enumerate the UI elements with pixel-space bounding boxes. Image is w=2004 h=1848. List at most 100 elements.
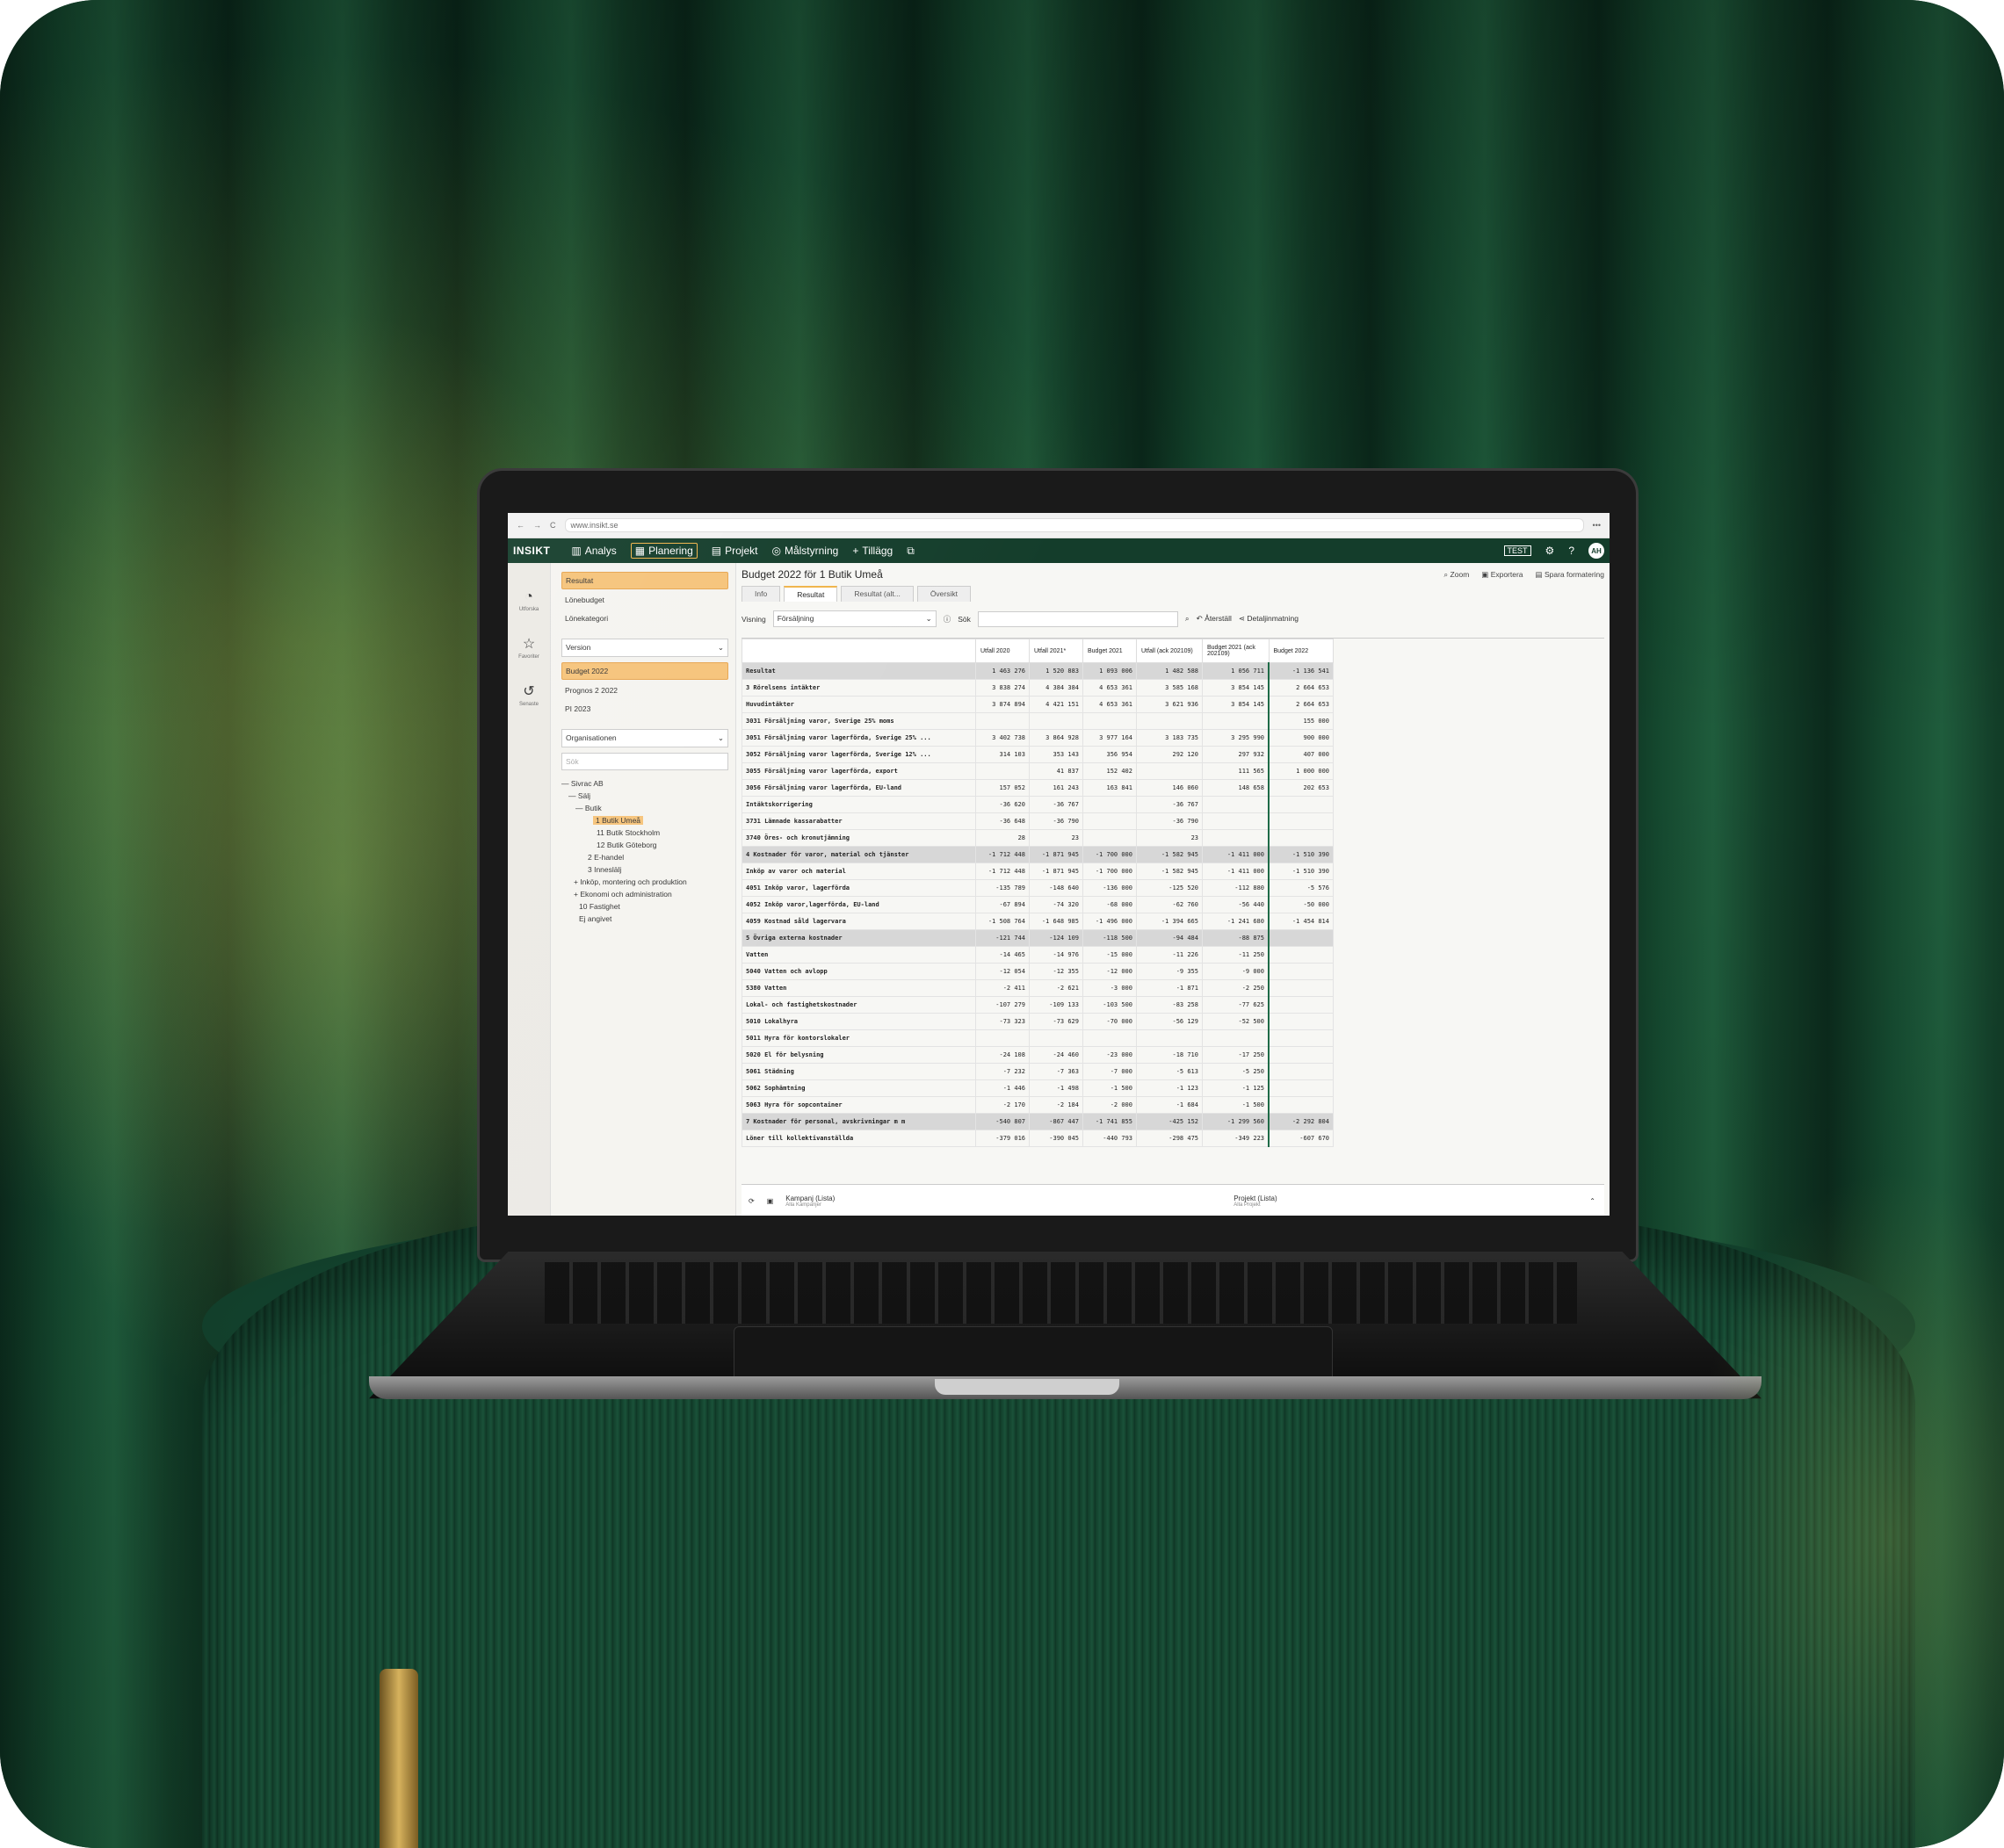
table-cell[interactable]: -1 136 541 [1268, 662, 1334, 680]
table-row[interactable]: 4 Kostnader för varor, material och tjän… [742, 846, 1334, 863]
table-cell[interactable]: 155 000 [1268, 712, 1334, 730]
table-cell[interactable]: 2 664 653 [1268, 679, 1334, 697]
table-cell[interactable] [1268, 929, 1334, 947]
table-cell[interactable]: 1 000 000 [1268, 762, 1334, 780]
version-budget-2022[interactable]: Budget 2022 [561, 662, 728, 680]
tree-node[interactable]: 10 Fastighet [561, 900, 728, 913]
table-cell[interactable]: -1 510 390 [1268, 863, 1334, 880]
table-cell[interactable]: 202 653 [1268, 779, 1334, 797]
table-row[interactable]: 5010 Lokalhyra -73 323 -73 629 -70 000 -56 1… [742, 1013, 1334, 1030]
col-header[interactable]: Utfall (ack 202109) [1136, 639, 1203, 663]
tree-node[interactable]: 12 Butik Göteborg [561, 839, 728, 851]
table-row[interactable]: 5061 Städning -7 232 -7 363 -7 000 -5 613 -5 … [742, 1063, 1334, 1080]
table-cell[interactable]: -50 000 [1268, 896, 1334, 913]
chevron-up-icon[interactable]: ⌃ [1589, 1197, 1595, 1205]
tree-node[interactable]: 3 Inneslälj [561, 863, 728, 876]
table-row[interactable]: Inköp av varor och material -1 712 448 -1 … [742, 863, 1334, 880]
table-cell[interactable]: 2 664 653 [1268, 696, 1334, 713]
table-row[interactable]: Resultat 1 463 276 1 520 883 1 093 006 1 482… [742, 662, 1334, 680]
help-icon[interactable]: ? [1568, 545, 1574, 557]
url-field[interactable]: www.insikt.se [564, 518, 1584, 532]
table-cell[interactable] [1268, 963, 1334, 980]
table-cell[interactable] [1268, 996, 1334, 1014]
tree-node[interactable]: — Sivrac AB [561, 777, 728, 790]
tree-node[interactable]: + Inköp, montering och produktion [561, 876, 728, 888]
table-row[interactable]: 4059 Kostnad såld lagervara -1 508 764 -1 … [742, 913, 1334, 930]
export-button[interactable]: ▣ Exportera [1481, 570, 1523, 580]
table-cell[interactable]: -1 510 390 [1268, 846, 1334, 863]
tree-node[interactable]: Ej angivet [561, 913, 728, 925]
tab-resultat[interactable]: Resultat [784, 586, 838, 602]
view-resultat[interactable]: Resultat [561, 572, 728, 589]
view-lonekategori[interactable]: Lönekategori [561, 610, 728, 626]
rail-senaste[interactable]: ↺ Senaste [519, 682, 539, 707]
view-lonebudget[interactable]: Lönebudget [561, 592, 728, 608]
col-header[interactable]: Budget 2021 (ack 202109) [1202, 639, 1270, 663]
version-select[interactable]: Version ⌄ [561, 639, 728, 657]
nav-malstyrning[interactable]: ◎ Målstyrning [771, 545, 838, 557]
col-header[interactable]: Budget 2021 [1082, 639, 1137, 663]
table-cell[interactable]: -1 454 814 [1268, 913, 1334, 930]
table-row[interactable]: Huvudintäkter 3 874 894 4 421 151 4 653 361… [742, 696, 1334, 713]
table-row[interactable]: 5011 Hyra för kontorslokaler [742, 1029, 1334, 1047]
table-cell[interactable]: -5 576 [1268, 879, 1334, 897]
nav-planering[interactable]: ▦ Planering [630, 543, 698, 559]
col-header[interactable]: Utfall 2021* [1029, 639, 1083, 663]
tree-node[interactable]: — Butik [561, 802, 728, 814]
forward-icon[interactable]: → [533, 521, 541, 530]
avatar[interactable]: AH [1588, 543, 1604, 559]
tree-node[interactable]: — Sälj [561, 790, 728, 802]
table-row[interactable]: Vatten -14 465 -14 976 -15 000 -11 226 -11 25… [742, 946, 1334, 964]
save-icon[interactable]: ▣ [767, 1197, 774, 1205]
table-cell[interactable] [1268, 1029, 1334, 1047]
tab-info[interactable]: Info [742, 586, 781, 602]
projekt-filter[interactable]: Projekt (Lista) Alla Projekt [1234, 1195, 1277, 1208]
table-row[interactable]: 3031 Försäljning varor, Sverige 25% moms… [742, 712, 1334, 730]
table-row[interactable]: 5063 Hyra för sopcontainer -2 170 -2 184 -2… [742, 1096, 1334, 1114]
tree-node-selected[interactable]: 1 Butik Umeå [593, 816, 644, 825]
table-row[interactable]: 5062 Sophämtning -1 446 -1 498 -1 500 -1 123… [742, 1079, 1334, 1097]
rail-favoriter[interactable]: ☆ Favoriter [518, 635, 539, 660]
table-row[interactable]: 3 Rörelsens intäkter 3 838 274 4 384 384 4 … [742, 679, 1334, 697]
table-row[interactable]: 3051 Försäljning varor lagerförda, Sveri… [742, 729, 1334, 747]
col-header[interactable]: Budget 2022 [1268, 639, 1334, 663]
table-cell[interactable] [1268, 1046, 1334, 1064]
table-cell[interactable] [1268, 979, 1334, 997]
table-row[interactable]: 3052 Försäljning varor lagerförda, Sveri… [742, 746, 1334, 763]
search-input[interactable] [977, 610, 1178, 627]
detail-button[interactable]: ⋖ Detaljinmatning [1239, 614, 1299, 624]
table-row[interactable]: 5 Övriga externa kostnader -121 744 -124 1… [742, 929, 1334, 947]
table-cell[interactable]: 900 000 [1268, 729, 1334, 747]
table-row[interactable]: Lokal- och fastighetskostnader -107 279 -1… [742, 996, 1334, 1014]
tab-resultat-alt[interactable]: Resultat (alt... [841, 586, 914, 602]
table-row[interactable]: 4051 Inköp varor, lagerförda -135 789 -148… [742, 879, 1334, 897]
tree-node[interactable]: 11 Butik Stockholm [561, 827, 728, 839]
table-cell[interactable]: 407 000 [1268, 746, 1334, 763]
reset-button[interactable]: ↶ Återställ [1197, 614, 1232, 624]
table-row[interactable]: 3740 Öres- och kronutjämning 28 23 23 [742, 829, 1334, 847]
table-cell[interactable] [1268, 946, 1334, 964]
browser-menu-icon[interactable]: ••• [1593, 521, 1601, 530]
nav-analys[interactable]: ▥ Analys [571, 545, 616, 557]
tree-node[interactable]: + Ekonomi och administration [561, 888, 728, 900]
version-prognos[interactable]: Prognos 2 2022 [561, 682, 728, 698]
table-row[interactable]: Löner till kollektivanställda -379 016 -39… [742, 1130, 1334, 1147]
kampanj-filter[interactable]: Kampanj (Lista) Alla Kampanjer [785, 1195, 835, 1208]
search-icon[interactable]: ⌕ [1185, 614, 1190, 624]
nav-projekt[interactable]: ▤ Projekt [712, 545, 758, 557]
refresh-icon[interactable]: ⟳ [749, 1197, 755, 1205]
visning-select[interactable]: Försäljning ⌄ [772, 610, 937, 627]
table-cell[interactable] [1268, 1013, 1334, 1030]
save-format-button[interactable]: ▤ Spara formatering [1536, 570, 1604, 580]
tree-node[interactable]: 2 E-handel [561, 851, 728, 863]
table-row[interactable]: 5020 El för belysning -24 108 -24 460 -23 0… [742, 1046, 1334, 1064]
table-row[interactable]: 7 Kostnader för personal, avskrivningar … [742, 1113, 1334, 1130]
table-row[interactable]: 5040 Vatten och avlopp -12 054 -12 355 -12 … [742, 963, 1334, 980]
col-header[interactable]: Utfall 2020 [975, 639, 1030, 663]
back-icon[interactable]: ← [517, 521, 525, 530]
nav-tillagg[interactable]: + Tillägg [852, 545, 893, 557]
zoom-button[interactable]: ⌕ Zoom [1443, 570, 1469, 580]
external-link-icon[interactable]: ⧉ [907, 545, 915, 558]
table-row[interactable]: Intäktskorrigering -36 620 -36 767 -36 767 [742, 796, 1334, 813]
table-cell[interactable]: -2 292 804 [1268, 1113, 1334, 1130]
